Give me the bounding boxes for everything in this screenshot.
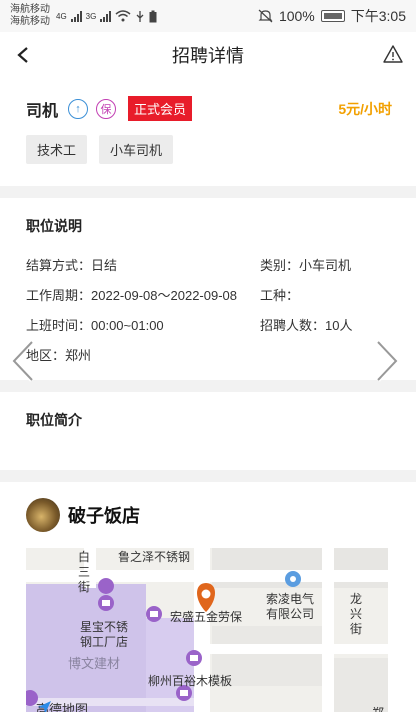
map-label-luzhize: 鲁之泽不锈钢 — [118, 550, 191, 564]
settlement-method: 结算方式：日结 — [26, 258, 118, 273]
signal-icons: 4G 3G — [56, 10, 157, 23]
map-label-xingbao: 星宝不锈 钢工厂店 — [80, 620, 129, 649]
amap-arrow-icon — [38, 701, 51, 712]
next-arrow-icon[interactable] — [372, 338, 402, 384]
tag-item: 技术工 — [26, 135, 88, 164]
status-left: 海航移动 海航移动 4G 3G — [10, 4, 157, 28]
back-arrow-icon — [17, 47, 28, 63]
job-title: 司机 — [26, 102, 59, 120]
signal-1-icon — [70, 10, 82, 22]
shop-header[interactable]: 破子饭店 — [26, 498, 388, 532]
work-type: 工种： — [260, 288, 300, 303]
battery-percent: 100% — [278, 8, 315, 24]
mute-bell-icon — [258, 9, 273, 23]
report-warning-icon[interactable] — [382, 43, 404, 65]
page-title: 招聘详情 — [172, 46, 244, 66]
map-label-street-left: 白 三 街 — [78, 550, 91, 594]
work-period: 工作周期：2022-09-08～2022-09-08 — [26, 288, 237, 303]
headcount: 招聘人数：10人 — [260, 318, 353, 333]
usb-icon — [136, 10, 144, 22]
member-badge: 正式会员 — [128, 96, 193, 121]
section-title-position: 职位说明 — [26, 218, 82, 234]
status-right: 100% 下午3:05 — [258, 6, 406, 26]
carrier-1: 海航移动 — [10, 4, 50, 15]
tag-item: 小车司机 — [99, 135, 174, 164]
location-map[interactable]: 鲁之泽不锈钢 白 三 街 宏盛五金劳保 索凌电气 有限公司 龙 兴 街 星宝不锈… — [26, 548, 388, 712]
amap-logo: 高德地图 — [36, 699, 88, 712]
wifi-icon — [115, 10, 131, 22]
back-button[interactable] — [10, 41, 36, 69]
guarantee-badge-icon: 保 — [96, 98, 117, 119]
map-label-suoling: 索凌电气 有限公司 — [266, 592, 315, 621]
map-label-liuzhou: 柳州百裕木模板 — [148, 674, 233, 688]
job-header-card: 司机 ↑ 保 正式会员 5元/小时 技术工 小车司机 — [0, 78, 416, 186]
job-tags: 技术工 小车司机 — [26, 135, 392, 164]
salary: 5元/小时 — [338, 100, 392, 117]
map-label-bowen: 博文建材 — [68, 656, 121, 671]
carrier-names: 海航移动 海航移动 — [10, 4, 50, 28]
job-title-row: 司机 ↑ 保 正式会员 5元/小时 — [26, 96, 392, 121]
battery-icon — [320, 10, 345, 22]
battery-small-icon — [149, 10, 157, 22]
map-label-zheng: 郑 — [372, 706, 384, 712]
map-label-longxing: 龙 兴 街 — [350, 592, 363, 636]
job-brief-card: 职位简介 — [0, 392, 416, 470]
job-category: 类别：小车司机 — [260, 258, 352, 273]
shop-avatar — [26, 498, 60, 532]
map-label-hongsheng: 宏盛五金劳保 — [170, 610, 243, 624]
position-description-card: 职位说明 结算方式：日结 类别：小车司机 工作周期：2022-09-08～202… — [0, 198, 416, 380]
previous-arrow-icon[interactable] — [8, 338, 38, 384]
region: 地区：郑州 — [26, 348, 92, 363]
status-bar: 海航移动 海航移动 4G 3G 100% 下午3:05 — [0, 0, 416, 32]
net-type-1: 4G — [56, 11, 67, 21]
position-info-grid: 结算方式：日结 类别：小车司机 工作周期：2022-09-08～2022-09-… — [26, 258, 392, 364]
shop-name: 破子饭店 — [68, 506, 140, 526]
section-title-brief: 职位简介 — [26, 412, 82, 428]
shop-card: 破子饭店 鲁之泽不锈钢 白 三 街 宏盛五金劳保 索凌电气 有限公司 龙 兴 街… — [0, 482, 416, 712]
top-badge-icon: ↑ — [68, 98, 89, 119]
signal-2-icon — [100, 10, 112, 22]
nav-bar: 招聘详情 — [0, 32, 416, 78]
carrier-2: 海航移动 — [10, 16, 50, 27]
net-type-2: 3G — [85, 11, 97, 21]
work-hours: 上班时间：00:00~01:00 — [26, 318, 164, 333]
clock: 下午3:05 — [350, 8, 406, 24]
